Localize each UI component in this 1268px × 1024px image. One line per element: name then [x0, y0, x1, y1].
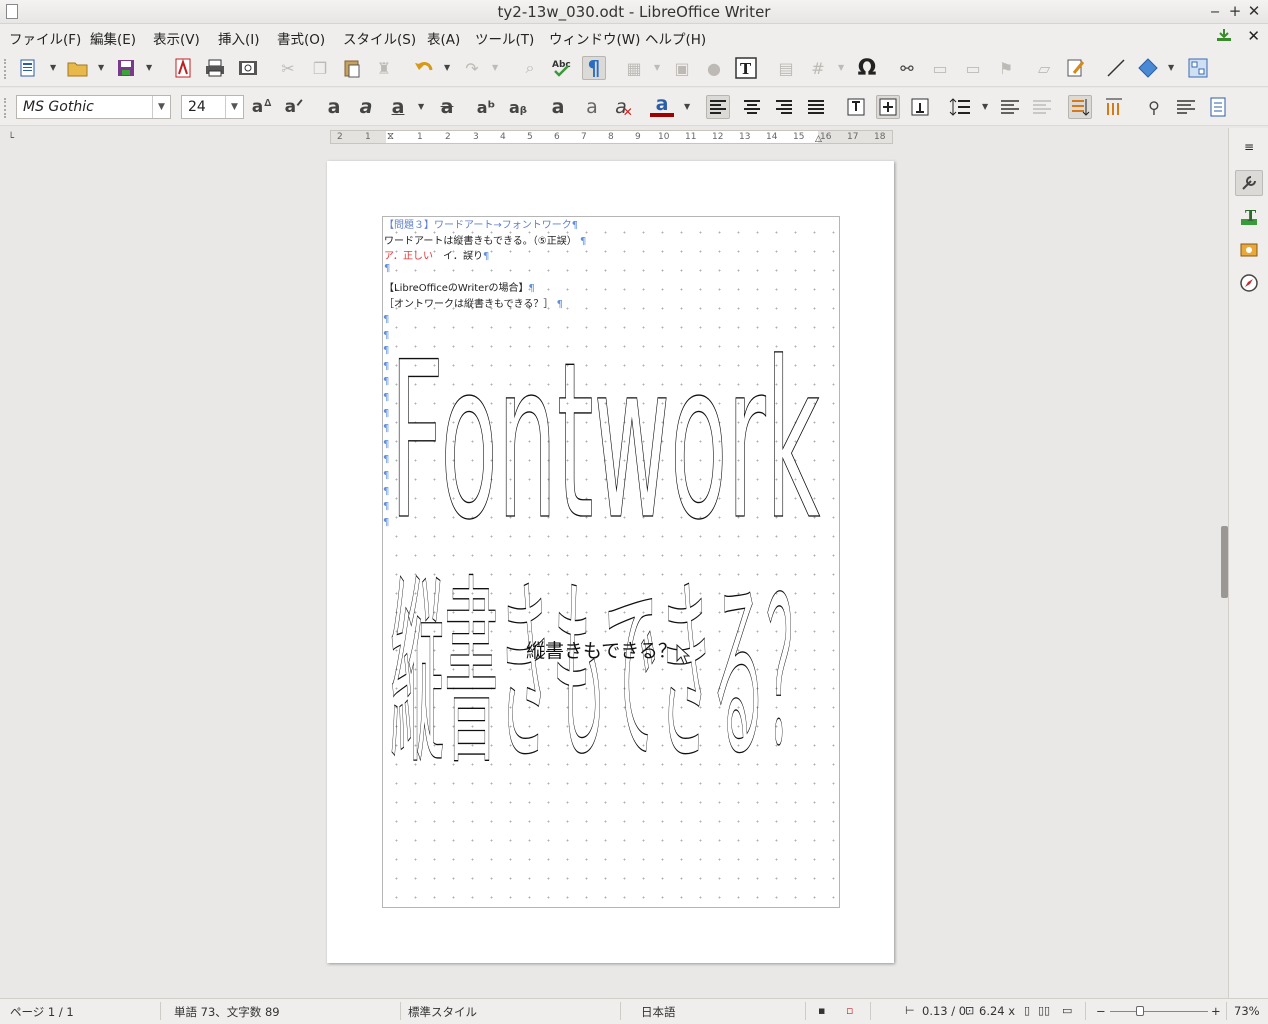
status-separator: [805, 1002, 806, 1020]
status-separator: [160, 1002, 161, 1020]
insert-mode-icon[interactable]: ▪: [818, 1004, 825, 1017]
zoom-level[interactable]: 73%: [1234, 1004, 1260, 1018]
word-count[interactable]: 単語 73、文字数 89: [174, 1004, 280, 1020]
status-separator: [1226, 1002, 1227, 1020]
fontwork-line-1[interactable]: Fontwork: [390, 317, 821, 569]
zoom-slider-knob[interactable]: [1136, 1006, 1144, 1016]
fontwork-text-cursor-label[interactable]: 縦書きもできる？: [526, 636, 677, 663]
vertical-scrollbar[interactable]: [1220, 128, 1228, 998]
scrollbar-thumb[interactable]: [1221, 526, 1228, 598]
fontwork-line-2[interactable]: 縦書きもできる？: [390, 556, 821, 792]
status-bar: ページ 1 / 1 単語 73、文字数 89 標準スタイル 日本語 ▪ ▫ ⊢ …: [0, 998, 1268, 1024]
gallery-icon[interactable]: [1235, 236, 1263, 262]
position-icon: ⊢: [905, 1004, 915, 1017]
size-icon: ⊡: [965, 1004, 975, 1017]
language[interactable]: 日本語: [641, 1004, 676, 1020]
svg-text:T: T: [1245, 207, 1257, 225]
single-page-view-icon[interactable]: ▯: [1024, 1004, 1030, 1017]
zoom-out-button[interactable]: −: [1096, 1004, 1106, 1018]
properties-icon[interactable]: [1235, 170, 1263, 196]
multi-page-view-icon[interactable]: ▯▯: [1038, 1004, 1050, 1017]
book-view-icon[interactable]: ▭: [1062, 1004, 1072, 1017]
zoom-in-button[interactable]: +: [1211, 1004, 1221, 1018]
mouse-pointer-icon: [676, 644, 690, 665]
fontwork-object[interactable]: Fontwork 縦書きもできる？: [0, 0, 1268, 1024]
page-style[interactable]: 標準スタイル: [408, 1004, 477, 1020]
status-separator: [1085, 1002, 1086, 1020]
page-count[interactable]: ページ 1 / 1: [10, 1004, 74, 1020]
document-modified-icon[interactable]: ▫: [846, 1004, 853, 1017]
status-separator: [620, 1002, 621, 1020]
styles-icon[interactable]: T: [1235, 204, 1263, 230]
sidebar-menu-icon[interactable]: ≡: [1235, 134, 1263, 160]
status-separator: [870, 1002, 871, 1020]
navigator-icon[interactable]: [1235, 270, 1263, 296]
object-position[interactable]: 0.13 / 0.: [922, 1004, 970, 1018]
object-size[interactable]: 6.24 x: [979, 1004, 1015, 1018]
zoom-slider-track[interactable]: [1110, 1011, 1208, 1012]
status-separator: [400, 1002, 401, 1020]
sidebar: ≡ T: [1228, 128, 1268, 998]
